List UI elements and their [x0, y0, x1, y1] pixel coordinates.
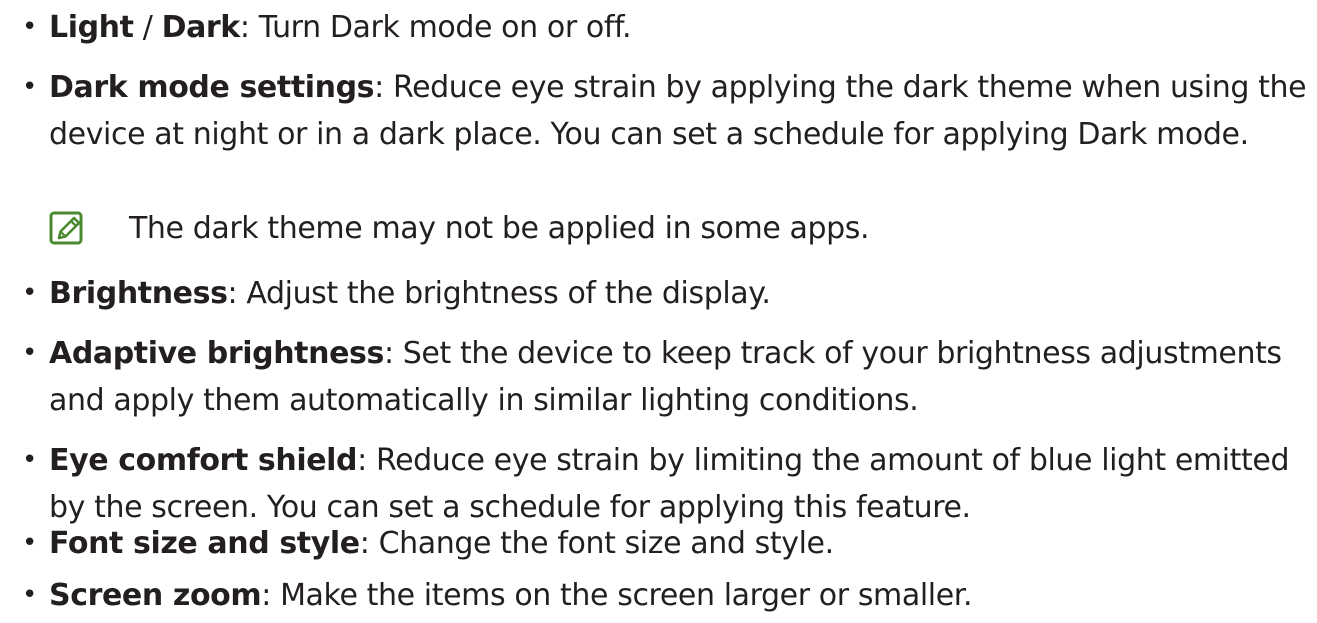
item-description: : Make the items on the screen larger or… [261, 578, 973, 613]
term-brightness: Brightness [49, 276, 228, 311]
item-description-line-1: : Reduce eye strain by applying the dark… [374, 70, 1307, 105]
item-description-line-1: : Set the device to keep track of your b… [383, 336, 1282, 371]
item-description-line-1: : Reduce eye strain by limiting the amou… [357, 443, 1290, 478]
term-light: Light [49, 10, 134, 45]
item-description: : Adjust the brightness of the display. [227, 276, 771, 311]
term-dark: Dark [161, 10, 241, 45]
note: The dark theme may not be applied in som… [49, 205, 1311, 252]
bullet: • [22, 12, 37, 42]
bullet: • [22, 528, 37, 558]
term-eye-comfort-shield: Eye comfort shield [49, 443, 358, 478]
item-description: : Change the font size and style. [359, 526, 834, 561]
term-dark-mode-settings: Dark mode settings [49, 70, 375, 105]
term-font-size-and-style: Font size and style [49, 526, 360, 561]
bullet: • [22, 445, 37, 475]
note-pencil-icon [49, 211, 83, 245]
item-description-line-2: and apply them automatically in similar … [49, 383, 919, 418]
term-adaptive-brightness: Adaptive brightness [49, 336, 384, 371]
bullet: • [22, 278, 37, 308]
note-text: The dark theme may not be applied in som… [129, 211, 870, 246]
bullet: • [22, 580, 37, 610]
bullet: • [22, 72, 37, 102]
item-description-line-2: device at night or in a dark place. You … [49, 117, 1249, 152]
term-separator: / [133, 10, 162, 45]
item-description: : Turn Dark mode on or off. [239, 10, 632, 45]
settings-description-list: • Light / Dark: Turn Dark mode on or off… [0, 0, 1317, 623]
term-screen-zoom: Screen zoom [49, 578, 262, 613]
bullet: • [22, 338, 37, 368]
